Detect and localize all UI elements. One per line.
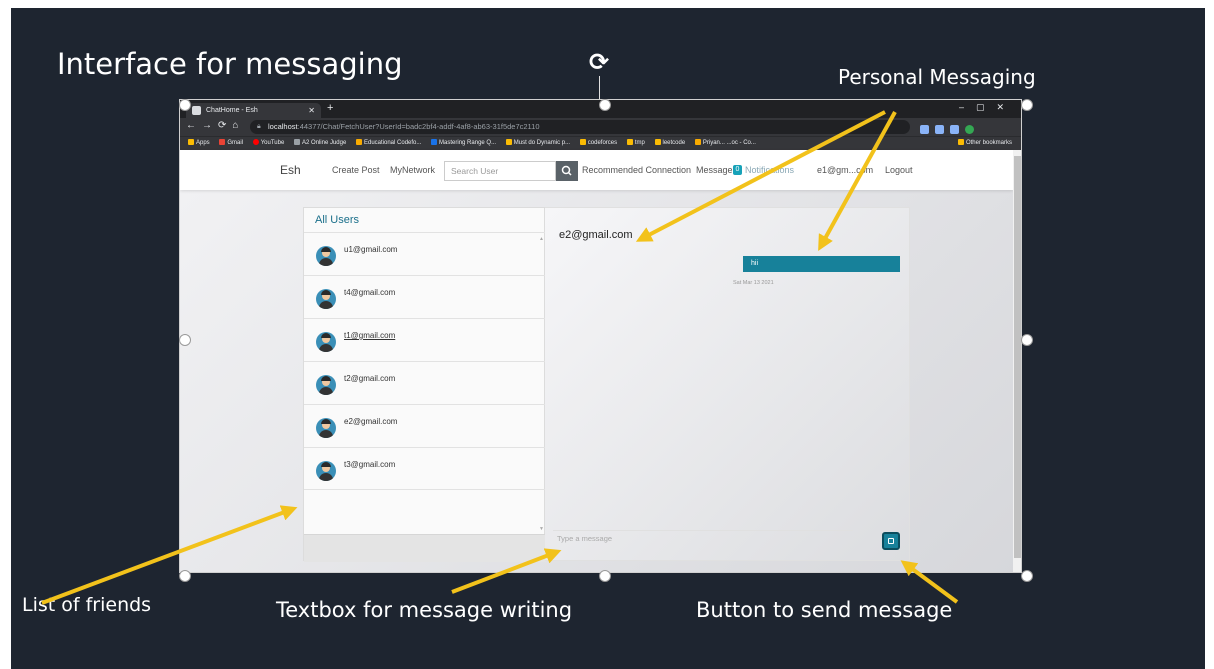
resize-handle[interactable] xyxy=(1021,570,1033,582)
rotate-handle-icon[interactable]: ⟳ xyxy=(586,50,612,76)
selection-frame xyxy=(179,99,1022,573)
resize-handle[interactable] xyxy=(599,99,611,111)
slide-title: Interface for messaging xyxy=(57,47,403,81)
resize-handle[interactable] xyxy=(1021,334,1033,346)
resize-handle[interactable] xyxy=(179,570,191,582)
resize-handle[interactable] xyxy=(599,570,611,582)
annotation-send-button: Button to send message xyxy=(696,598,953,622)
annotation-list-of-friends: List of friends xyxy=(22,594,152,616)
resize-handle[interactable] xyxy=(1021,99,1033,111)
resize-handle[interactable] xyxy=(179,99,191,111)
annotation-personal-messaging: Personal Messaging xyxy=(838,65,1036,89)
annotation-textbox: Textbox for message writing xyxy=(276,598,573,622)
rotate-handle-line xyxy=(599,76,600,100)
resize-handle[interactable] xyxy=(179,334,191,346)
